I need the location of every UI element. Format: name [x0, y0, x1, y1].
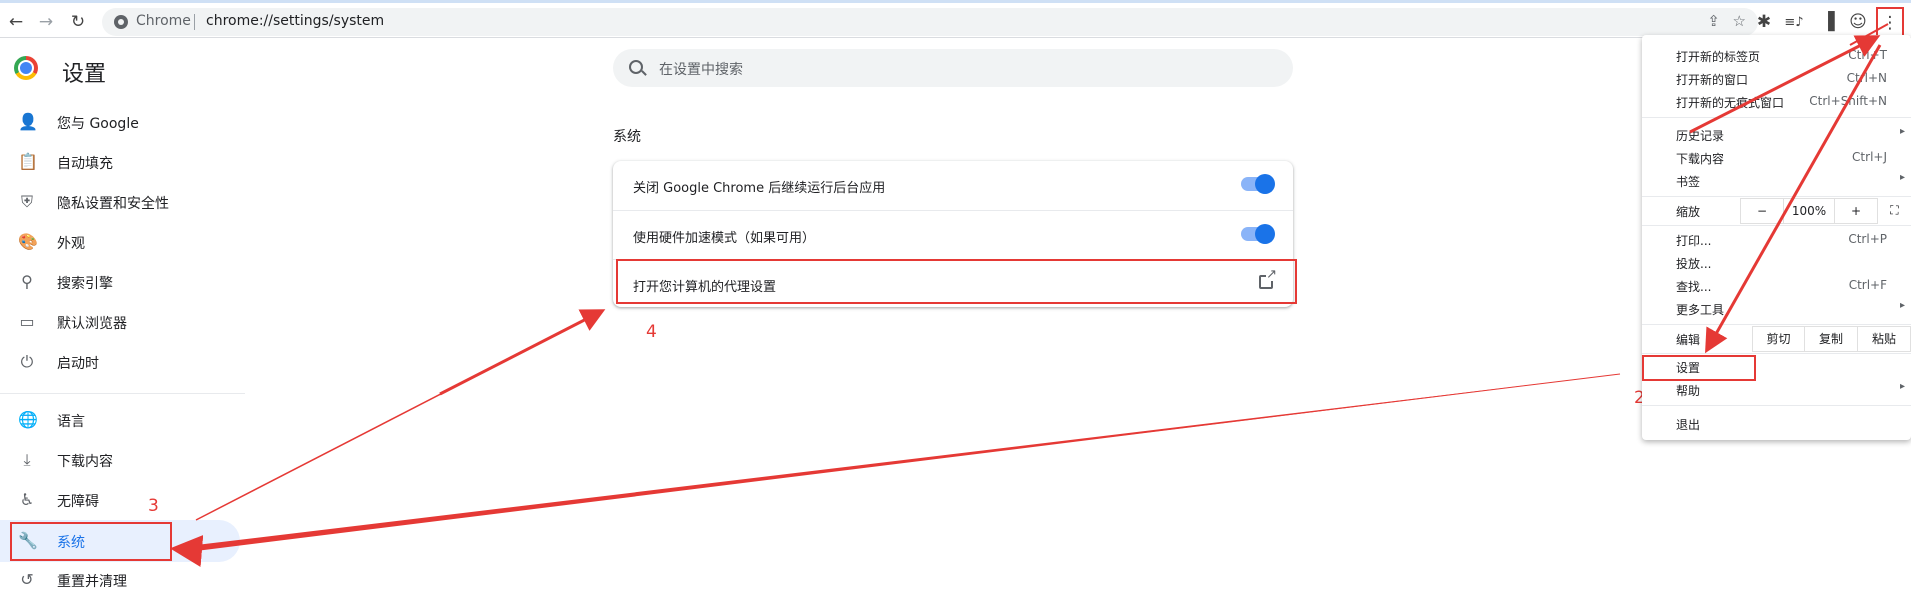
arrow-step-4 — [439, 309, 606, 396]
annotation-arrows — [170, 23, 1889, 567]
arrow-step-2 — [1705, 44, 1882, 354]
arrow-step-3-head — [170, 535, 204, 567]
arrow-step-1 — [1689, 35, 1881, 134]
